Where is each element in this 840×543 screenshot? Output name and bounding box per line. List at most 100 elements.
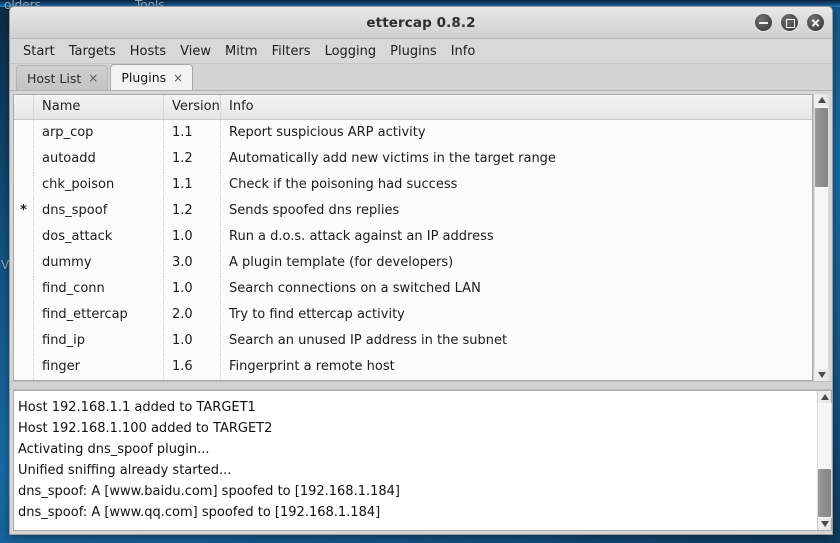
cell-name: find_ip [34, 328, 164, 354]
cell-mark [14, 302, 34, 328]
cell-version: 1.2 [164, 198, 221, 224]
tab-label: Host List [27, 70, 82, 86]
plugin-table-pane: Name Version Info arp_cop 1.1 Report suspi… [10, 91, 832, 381]
cell-name: dummy [34, 250, 164, 276]
cell-info: Search connections on a switched LAN [229, 281, 481, 296]
cell-info: Search an unused IP address in the subne… [229, 333, 508, 348]
tab-plugins[interactable]: Plugins × [110, 64, 194, 90]
table-row[interactable]: chk_poison 1.1 Check if the poisoning had … [14, 172, 812, 198]
scroll-down-icon[interactable] [817, 372, 826, 378]
table-row[interactable]: arp_cop 1.1 Report suspicious ARP activity [14, 120, 812, 146]
cell-info: Report suspicious ARP activity [229, 125, 426, 140]
scroll-thumb[interactable] [815, 108, 828, 187]
cell-mark [14, 146, 34, 172]
cell-name: find_ettercap [34, 302, 164, 328]
cell-info: Try to find ettercap activity [229, 307, 405, 322]
cell-version: 1.0 [164, 328, 221, 354]
window-titlebar[interactable]: ettercap 0.8.2 [10, 7, 832, 39]
log-lines: Host 192.168.1.1 added to TARGET1 Host 19… [14, 391, 817, 530]
log-line: dns_spoof: A [www.qq.com] spoofed to [19… [18, 505, 381, 520]
cell-name: dns_spoof [34, 198, 164, 224]
cell-info: A plugin template (for developers) [229, 255, 454, 270]
desktop-label-v: V [1, 258, 10, 272]
log-scroll-down-icon[interactable] [820, 521, 829, 527]
log-scroll-up-icon[interactable] [820, 394, 829, 400]
cell-mark [14, 354, 34, 380]
plugin-table-header: Name Version Info [14, 95, 812, 120]
cell-info: Fingerprint a remote host [229, 359, 395, 374]
table-row[interactable]: finger 1.6 Fingerprint a remote host [14, 354, 812, 380]
column-header-info[interactable]: Info [221, 95, 812, 119]
cell-mark: * [14, 198, 34, 224]
log-line: dns_spoof: A [www.baidu.com] spoofed to … [18, 484, 401, 499]
log-scroll-track[interactable] [817, 403, 832, 518]
plugin-table-scrollbar[interactable] [813, 94, 829, 381]
menu-item-info[interactable]: Info [444, 42, 483, 61]
cell-info: Sends spoofed dns replies [229, 203, 400, 218]
table-row[interactable]: dummy 3.0 A plugin template (for developer… [14, 250, 812, 276]
tab-label: Plugins [121, 70, 167, 85]
table-row[interactable]: find_conn 1.0 Search connections on a swit… [14, 276, 812, 302]
scroll-track[interactable] [814, 106, 829, 369]
cell-version: 1.2 [164, 146, 221, 172]
menu-item-targets[interactable]: Targets [62, 42, 123, 61]
menu-item-start[interactable]: Start [16, 42, 62, 61]
menu-item-view[interactable]: View [173, 42, 218, 61]
cell-name: finger [34, 354, 164, 380]
plugin-table: Name Version Info arp_cop 1.1 Report suspi… [13, 94, 813, 381]
plugin-table-body: arp_cop 1.1 Report suspicious ARP activity… [14, 120, 812, 380]
menu-item-mitm[interactable]: Mitm [218, 42, 265, 61]
column-header-mark[interactable] [14, 95, 34, 119]
menu-item-hosts[interactable]: Hosts [123, 42, 173, 61]
cell-version: 1.0 [164, 224, 221, 250]
menu-item-filters[interactable]: Filters [265, 42, 318, 61]
window-controls [755, 7, 824, 38]
table-row[interactable]: dos_attack 1.0 Run a d.o.s. attack against… [14, 224, 812, 250]
cell-mark [14, 172, 34, 198]
cell-mark [14, 276, 34, 302]
cell-version: 2.0 [164, 302, 221, 328]
cell-name: autoadd [34, 146, 164, 172]
log-scrollbar[interactable] [817, 390, 832, 531]
column-header-name[interactable]: Name [34, 95, 164, 119]
cell-version: 1.1 [164, 172, 221, 198]
cell-info: Run a d.o.s. attack against an IP addres… [229, 229, 494, 244]
log-line: Host 192.168.1.100 added to TARGET2 [18, 421, 273, 436]
tab-close-icon[interactable]: × [173, 72, 183, 84]
ettercap-window: ettercap 0.8.2 Start Targets Hosts View Mitm… [9, 6, 833, 535]
cell-name: arp_cop [34, 120, 164, 146]
table-row[interactable]: * dns_spoof 1.2 Sends spoofed dns replies [14, 198, 812, 224]
close-icon[interactable] [807, 14, 824, 31]
menubar: Start Targets Hosts View Mitm Filters Logging P… [10, 39, 832, 64]
cell-name: find_conn [34, 276, 164, 302]
cell-mark [14, 120, 34, 146]
menu-item-logging[interactable]: Logging [318, 42, 384, 61]
cell-version: 1.1 [164, 120, 221, 146]
cell-mark [14, 250, 34, 276]
cell-info: Automatically add new victims in the tar… [229, 151, 556, 166]
tab-close-icon[interactable]: × [88, 72, 98, 84]
log-line: Unified sniffing already started... [18, 463, 232, 478]
desktop-background: olders Tools V ettercap 0.8.2 StartTarge… [0, 0, 840, 543]
cell-version: 1.0 [164, 276, 221, 302]
log-output[interactable]: Host 192.168.1.1 added to TARGET1 Host 19… [13, 390, 817, 531]
scroll-up-icon[interactable] [817, 97, 826, 103]
cell-name: chk_poison [34, 172, 164, 198]
pane-splitter[interactable] [10, 381, 832, 390]
table-row[interactable]: find_ip 1.0 Search an unused IP address in… [14, 328, 812, 354]
log-scroll-thumb[interactable] [818, 468, 831, 517]
table-row[interactable]: find_ettercap 2.0 Try to find ettercap act… [14, 302, 812, 328]
cell-version: 1.6 [164, 354, 221, 380]
cell-mark [14, 328, 34, 354]
log-pane: Host 192.168.1.1 added to TARGET1 Host 19… [10, 390, 832, 534]
cell-name: dos_attack [34, 224, 164, 250]
menu-item-plugins[interactable]: Plugins [383, 42, 444, 61]
maximize-icon[interactable] [781, 14, 798, 31]
tabbar: Host List × Plugins × [10, 64, 832, 91]
column-header-version[interactable]: Version [164, 95, 221, 119]
minimize-icon[interactable] [755, 14, 772, 31]
cell-version: 3.0 [164, 250, 221, 276]
table-row[interactable]: autoadd 1.2 Automatically add new victims … [14, 146, 812, 172]
window-title: ettercap 0.8.2 [366, 14, 476, 31]
tab-host-list[interactable]: Host List × [16, 65, 109, 90]
